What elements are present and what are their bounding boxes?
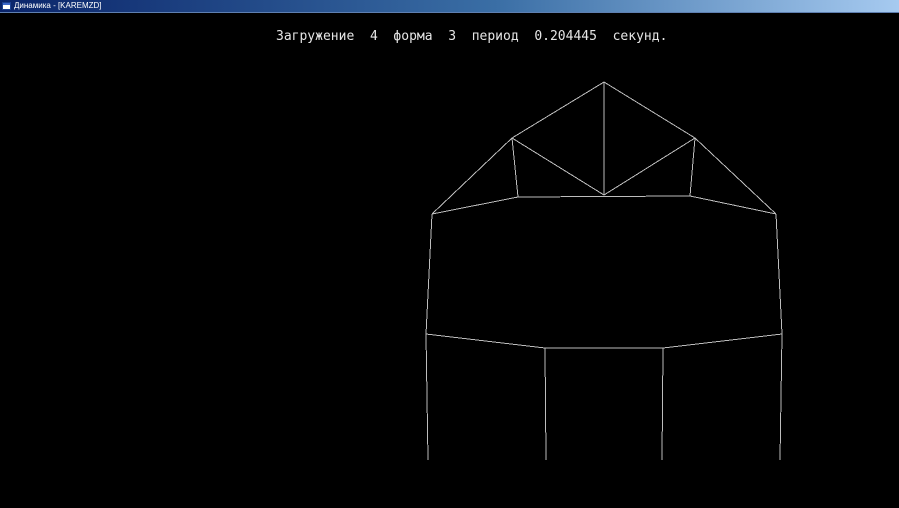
window-title: Динамика - [KAREMZD]: [14, 1, 102, 10]
roof-right-diagonal: [603, 137, 696, 196]
lower-column-2: [544, 347, 547, 461]
floor-beam-right: [662, 333, 783, 349]
lower-column-4: [779, 333, 783, 461]
dynamics-window: Динамика - [KAREMZD] Загружение 4 форма …: [0, 0, 899, 508]
roof-bottom-chord-right: [689, 195, 777, 215]
upper-right-column: [775, 213, 783, 335]
frame-deformed-shape: [425, 81, 783, 461]
lower-column-1: [425, 333, 429, 461]
roof-right-lower-chord: [694, 137, 777, 215]
lower-column-3: [661, 347, 664, 461]
title-bar[interactable]: Динамика - [KAREMZD]: [0, 0, 899, 13]
upper-left-column: [425, 213, 433, 335]
app-icon[interactable]: [2, 2, 11, 10]
roof-left-diagonal: [511, 137, 605, 196]
roof-right-upper-chord: [603, 81, 696, 139]
roof-bottom-chord-middle: [517, 195, 691, 198]
roof-bottom-chord-left: [431, 196, 519, 215]
drawing-canvas[interactable]: Загружение 4 форма 3 период 0.204445 сек…: [0, 13, 899, 508]
roof-left-post: [511, 137, 519, 198]
roof-left-upper-chord: [511, 81, 605, 139]
roof-right-post: [689, 137, 696, 197]
roof-left-lower-chord: [431, 137, 513, 215]
floor-beam-left: [425, 333, 546, 349]
